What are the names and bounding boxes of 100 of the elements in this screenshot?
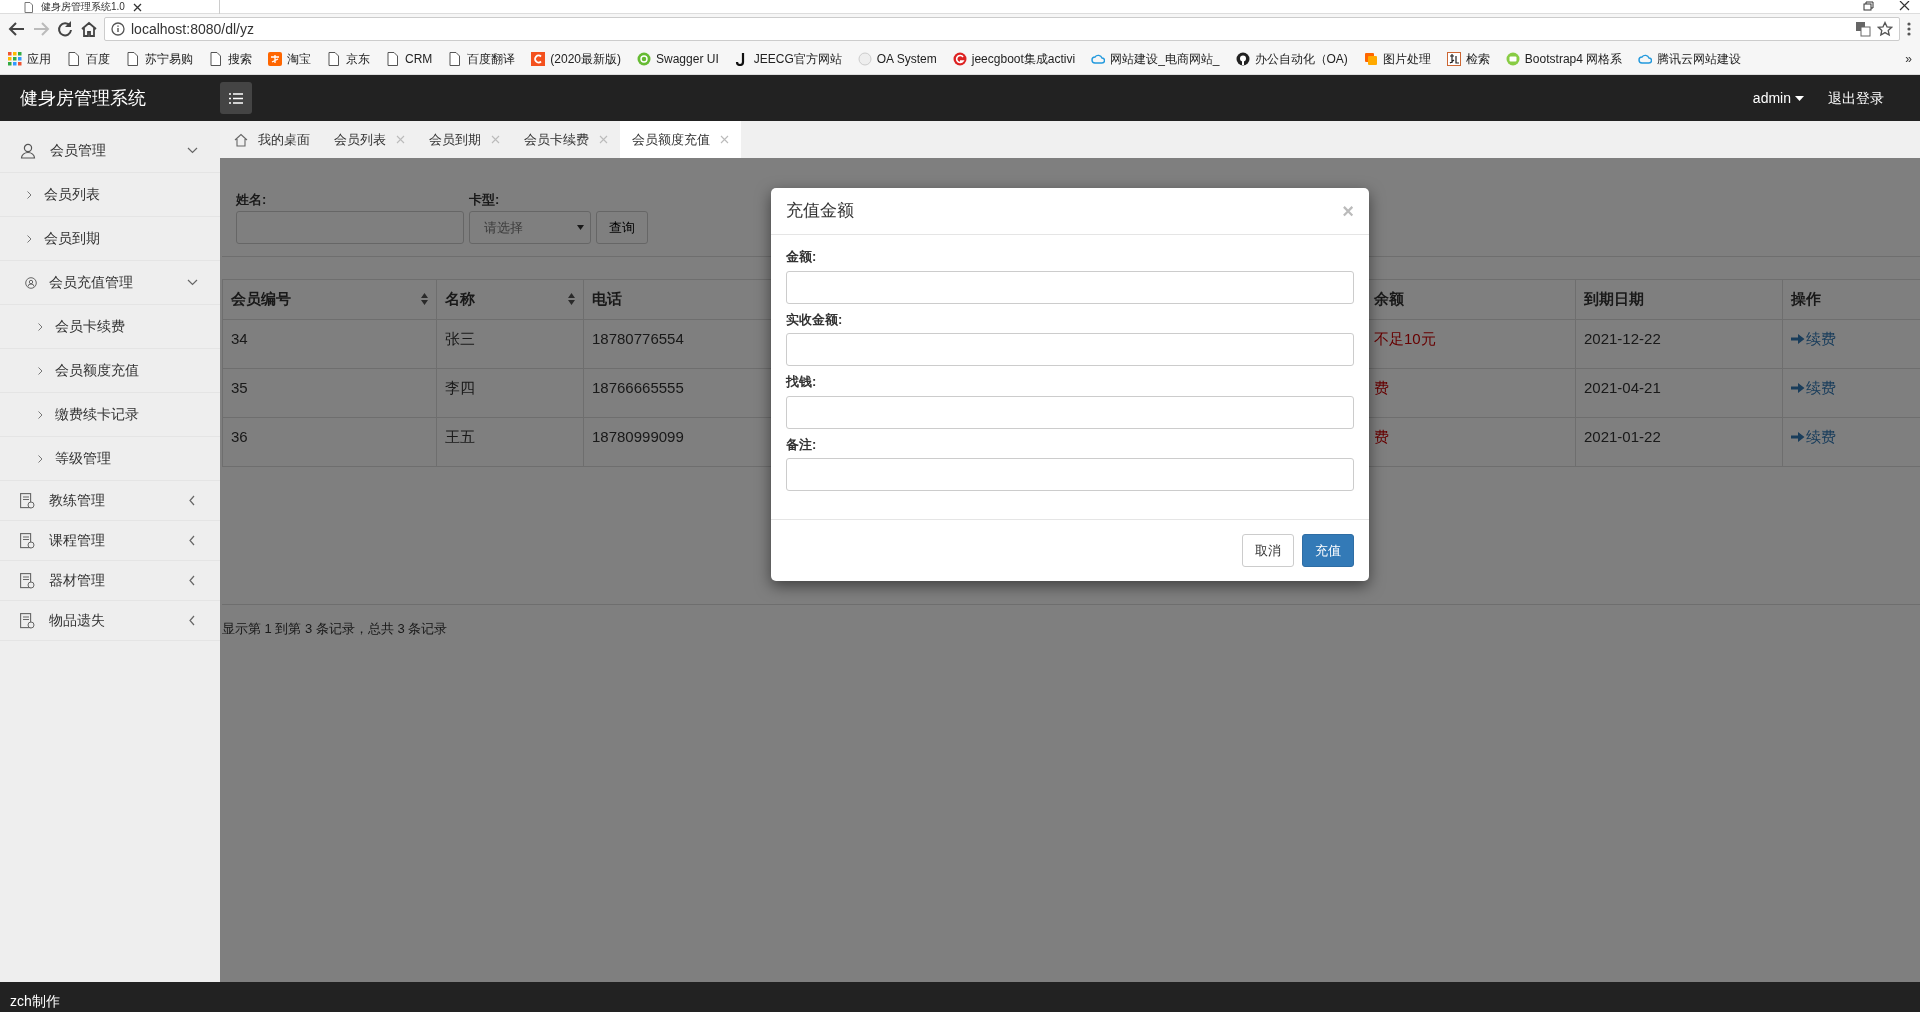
tab-title: 健身房管理系统1.0 (41, 1, 125, 13)
user-menu[interactable]: admin (1752, 87, 1804, 109)
table-cell: 36 (222, 417, 437, 467)
bookmark[interactable]: 百度翻译 (448, 50, 516, 68)
page-icon (386, 52, 400, 66)
input-field[interactable] (786, 458, 1354, 492)
bookmark-icon (1505, 52, 1520, 66)
chevron-right-icon (27, 190, 32, 199)
back-icon[interactable] (8, 20, 26, 38)
user-icon (20, 142, 36, 159)
page-icon (126, 52, 140, 66)
bookmark[interactable]: 检索 (1446, 50, 1490, 68)
page-icon (67, 52, 81, 66)
close-icon[interactable] (132, 2, 142, 12)
menu-icon[interactable] (1906, 21, 1912, 37)
bookmark-icon (857, 52, 872, 66)
bookmark[interactable]: 办公自动化（OA) (1235, 50, 1348, 68)
bookmark[interactable]: jeecgboot集成activi (952, 50, 1076, 68)
field-label: 金额: (786, 248, 818, 267)
star-icon[interactable] (1877, 21, 1893, 37)
apps-grid-icon (8, 52, 22, 66)
bookmark-icon (637, 52, 651, 66)
table-cell: 2021-12-22 (1575, 319, 1783, 369)
column-header[interactable]: 会员编号 (222, 279, 437, 320)
tab[interactable]: 会员列表 (322, 121, 417, 158)
input-field[interactable] (786, 395, 1354, 429)
caret-icon (577, 225, 584, 230)
chevron-right-icon (38, 410, 43, 419)
caret-icon (1795, 95, 1804, 101)
chevron-right-icon (38, 366, 43, 375)
bookmark-icon (1363, 52, 1378, 66)
chevron-right-icon (27, 234, 32, 243)
bookmark[interactable]: 网站建设_电商网站_ (1091, 50, 1220, 68)
document-icon (20, 612, 35, 629)
app-title: 健身房管理系统 (19, 86, 147, 110)
restore-icon[interactable] (1863, 1, 1875, 11)
page-icon (209, 52, 223, 66)
sort-icon[interactable] (421, 293, 428, 306)
table-cell: 张三 (436, 319, 584, 369)
cancel-button[interactable]: 取消 (1242, 534, 1294, 568)
address-field[interactable]: localhost:8080/dl/yz (104, 17, 1900, 41)
bookmark[interactable]: 搜索 (209, 50, 252, 68)
bookmark-icon (268, 52, 282, 66)
home-icon[interactable] (80, 20, 98, 38)
dialog-title: 充值金额 (786, 201, 854, 222)
reload-icon[interactable] (56, 20, 74, 38)
table-cell: 李四 (436, 368, 584, 418)
bookmark[interactable]: 苏宁易购 (126, 50, 193, 68)
bookmark[interactable]: JEECG官方网站 (734, 50, 842, 68)
menu-icon (229, 92, 243, 104)
sort-icon[interactable] (568, 293, 575, 306)
input-field[interactable] (236, 211, 464, 244)
bookmark[interactable]: CRM (386, 50, 433, 68)
translate-icon[interactable] (1855, 21, 1871, 37)
bookmark-icon (1446, 52, 1461, 66)
more-bookmarks-button[interactable]: » (1905, 50, 1912, 68)
chevron-right-icon (38, 322, 43, 331)
table-cell: 34 (222, 319, 437, 369)
column-header: 操作 (1782, 279, 1920, 320)
bookmark-icon (952, 52, 967, 66)
tab[interactable]: 我的桌面 (222, 121, 322, 158)
column-header[interactable]: 名称 (436, 279, 584, 320)
input-field[interactable] (786, 333, 1354, 367)
input-field[interactable] (786, 270, 1354, 304)
bookmark[interactable]: 淘宝 (268, 50, 311, 68)
document-icon (20, 572, 35, 589)
chevron-right-icon (38, 454, 43, 463)
bookmark[interactable]: 图片处理 (1363, 50, 1431, 68)
tab[interactable]: 会员卡续费 (512, 121, 620, 158)
page-icon (327, 52, 341, 66)
document-icon (20, 532, 35, 549)
bookmark[interactable]: Bootstrap4 网格系 (1505, 50, 1623, 68)
home-icon (234, 132, 248, 147)
bookmark[interactable]: 腾讯云网站建设 (1638, 50, 1742, 68)
arrow-right-icon (1791, 333, 1805, 346)
field-label: 卡型: (469, 190, 501, 209)
tab[interactable]: 会员额度充值 (620, 121, 741, 158)
tab[interactable]: 会员到期 (417, 121, 512, 158)
bookmark[interactable]: (2020最新版) (531, 50, 621, 68)
arrow-right-icon (1791, 382, 1805, 395)
query-button[interactable]: 查询 (596, 211, 648, 244)
user-circle-icon (25, 276, 37, 289)
menu-toggle-button[interactable] (220, 82, 252, 114)
pagination-info: 显示第 1 到第 3 条记录，总共 3 条记录 (222, 620, 449, 638)
recharge-button[interactable]: 充值 (1302, 534, 1354, 568)
logout-link[interactable]: 退出登录 (1828, 87, 1884, 109)
bookmark[interactable]: 应用 (8, 50, 51, 68)
info-icon (111, 22, 125, 36)
field-label: 姓名: (236, 190, 268, 209)
footer-text: zch制作 (10, 992, 60, 1011)
close-icon[interactable] (1899, 1, 1910, 11)
field-label: 找钱: (786, 373, 818, 392)
bookmark[interactable]: Swagger UI (637, 50, 719, 68)
arrow-right-icon (1791, 431, 1805, 444)
field-label: 备注: (786, 435, 818, 454)
bookmark-icon (531, 52, 546, 66)
cloud-icon (1638, 52, 1653, 66)
bookmark[interactable]: 百度 (67, 50, 110, 68)
bookmark[interactable]: OA System (857, 50, 937, 68)
bookmark[interactable]: 京东 (327, 50, 370, 68)
